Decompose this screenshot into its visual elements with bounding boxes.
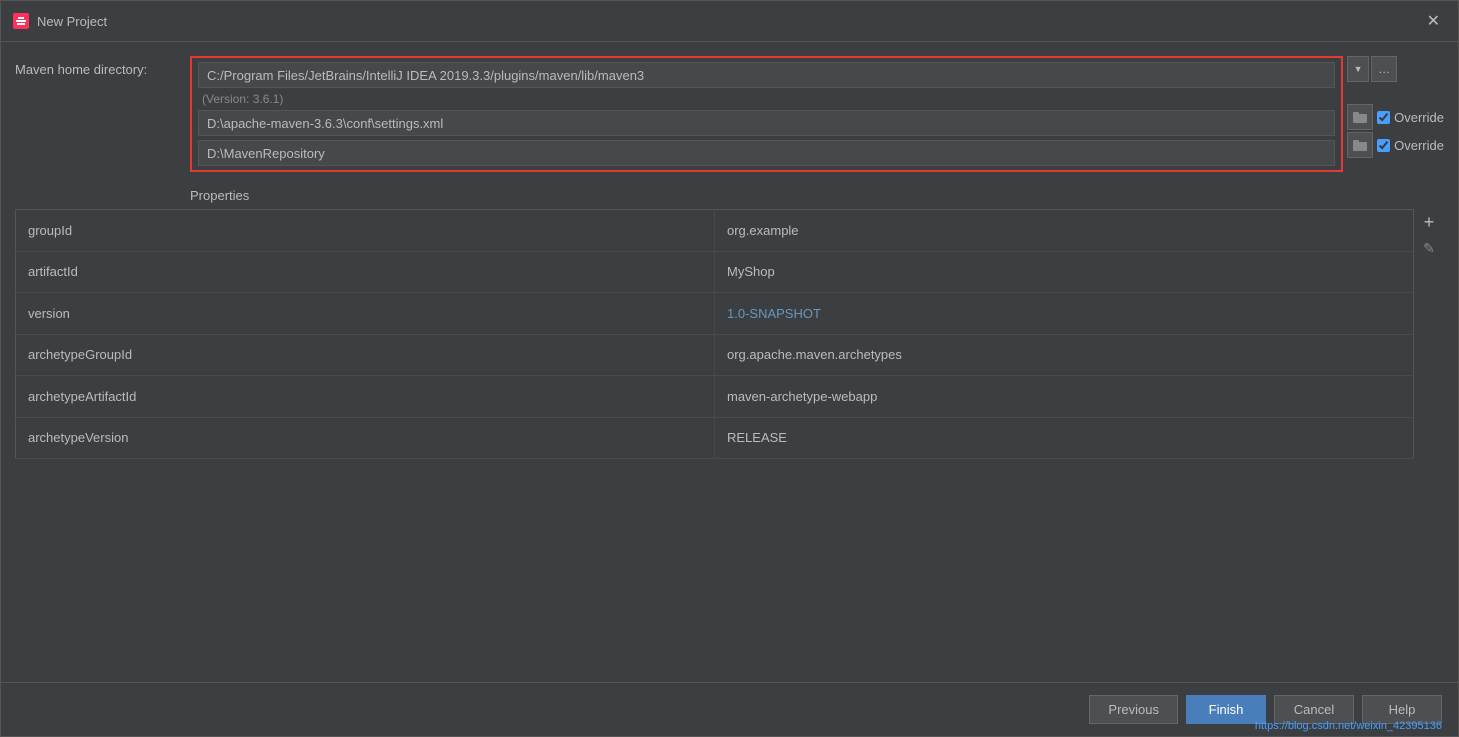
property-value: maven-archetype-webapp	[715, 376, 1414, 418]
previous-button[interactable]: Previous	[1089, 695, 1178, 724]
property-value: org.apache.maven.archetypes	[715, 334, 1414, 376]
local-repo-controls: Override	[1347, 132, 1444, 158]
property-key: version	[16, 293, 715, 335]
property-value: 1.0-SNAPSHOT	[715, 293, 1414, 335]
table-row: groupIdorg.example	[16, 210, 1414, 252]
highlight-box: (Version: 3.6.1)	[190, 56, 1343, 172]
maven-home-label: Maven home directory:	[15, 56, 190, 77]
table-row: archetypeGroupIdorg.apache.maven.archety…	[16, 334, 1414, 376]
table-row: archetypeArtifactIdmaven-archetype-webap…	[16, 376, 1414, 418]
maven-version-text: (Version: 3.6.1)	[198, 92, 1335, 106]
local-repo-browse-btn[interactable]	[1347, 132, 1373, 158]
prop-side-actions: +✎	[1414, 209, 1444, 261]
user-settings-override-label: Override	[1394, 110, 1444, 125]
local-repo-override-check[interactable]	[1377, 139, 1390, 152]
right-controls: ▼… Override Override	[1347, 56, 1444, 158]
property-key: archetypeGroupId	[16, 334, 715, 376]
property-value: org.example	[715, 210, 1414, 252]
property-key: groupId	[16, 210, 715, 252]
title-bar-left: New Project	[13, 13, 107, 29]
properties-wrapper: groupIdorg.exampleartifactIdMyShopversio…	[15, 209, 1444, 459]
table-row: artifactIdMyShop	[16, 251, 1414, 293]
properties-table: groupIdorg.exampleartifactIdMyShopversio…	[15, 209, 1414, 459]
user-settings-override-check[interactable]	[1377, 111, 1390, 124]
footer-link[interactable]: https://blog.csdn.net/weixin_42395136	[1255, 720, 1442, 732]
maven-home-row: Maven home directory: (Version: 3.6.1) ▼… O…	[15, 56, 1444, 172]
table-row: version1.0-SNAPSHOT	[16, 293, 1414, 335]
add-property-btn[interactable]: +	[1418, 211, 1440, 233]
property-key: archetypeVersion	[16, 417, 715, 459]
user-settings-input[interactable]	[198, 110, 1335, 136]
title-bar: New Project ✕	[1, 1, 1458, 42]
dialog-content: Maven home directory: (Version: 3.6.1) ▼… O…	[1, 42, 1458, 682]
table-row: archetypeVersionRELEASE	[16, 417, 1414, 459]
dialog-title: New Project	[37, 14, 107, 29]
intellij-icon	[13, 13, 29, 29]
maven-home-controls: ▼…	[1347, 56, 1397, 82]
bottom-bar: Previous Finish Cancel Help https://blog…	[1, 682, 1458, 736]
property-key: archetypeArtifactId	[16, 376, 715, 418]
maven-home-input[interactable]	[198, 62, 1335, 88]
properties-title: Properties	[190, 188, 1444, 203]
edit-property-btn[interactable]: ✎	[1418, 237, 1440, 259]
new-project-dialog: New Project ✕ Maven home directory: (Vers…	[0, 0, 1459, 737]
property-value: MyShop	[715, 251, 1414, 293]
maven-home-dropdown-btn[interactable]: ▼	[1347, 56, 1369, 82]
local-repo-input[interactable]	[198, 140, 1335, 166]
local-repo-override-label: Override	[1394, 138, 1444, 153]
property-key: artifactId	[16, 251, 715, 293]
form-area: Maven home directory: (Version: 3.6.1) ▼… O…	[15, 56, 1444, 459]
maven-home-browse-btn[interactable]: …	[1371, 56, 1397, 82]
close-button[interactable]: ✕	[1421, 9, 1446, 33]
user-settings-controls: Override	[1347, 104, 1444, 130]
property-value: RELEASE	[715, 417, 1414, 459]
user-settings-browse-btn[interactable]	[1347, 104, 1373, 130]
